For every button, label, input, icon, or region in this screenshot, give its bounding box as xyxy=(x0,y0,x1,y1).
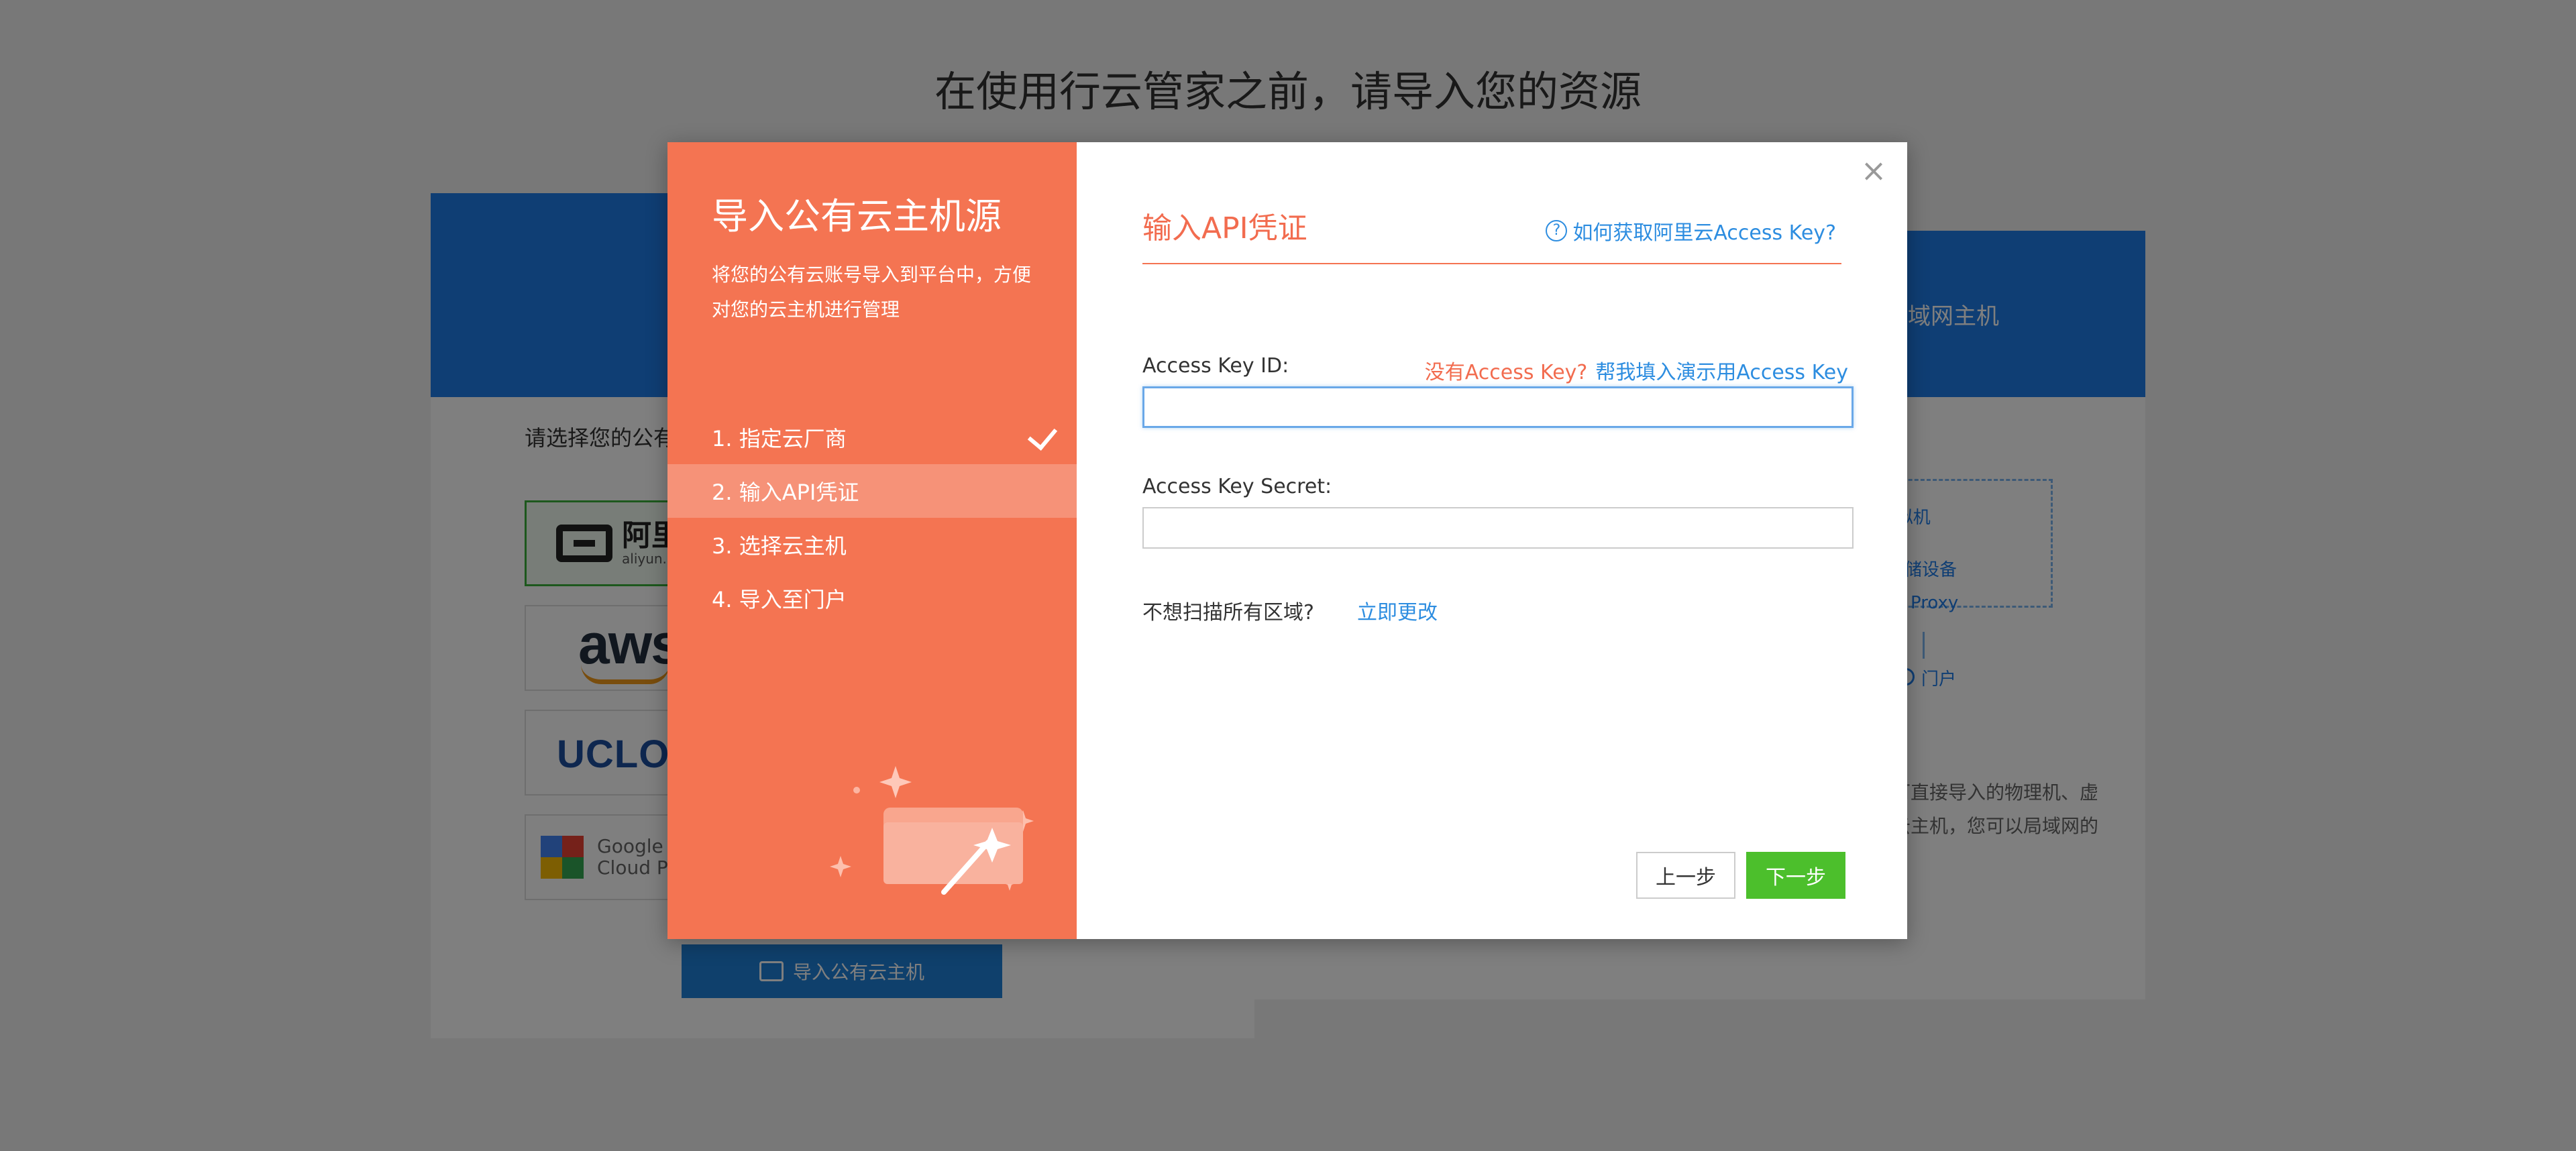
access-key-secret-label: Access Key Secret: xyxy=(1142,475,1332,498)
prev-button[interactable]: 上一步 xyxy=(1636,852,1735,899)
next-button[interactable]: 下一步 xyxy=(1746,852,1845,899)
close-icon[interactable]: × xyxy=(1859,155,1888,186)
help-link-label: 如何获取阿里云Access Key? xyxy=(1572,221,1836,245)
help-link[interactable]: ? 如何获取阿里云Access Key? xyxy=(1546,216,1836,245)
section-divider xyxy=(1142,263,1841,264)
section-title: 输入API凭证 xyxy=(1142,211,1307,245)
region-question: 不想扫描所有区域? xyxy=(1142,601,1314,624)
access-key-secret-input[interactable] xyxy=(1142,507,1854,549)
access-key-id-input[interactable] xyxy=(1142,386,1854,428)
magic-wand-illustration xyxy=(830,766,1034,895)
access-key-id-label: Access Key ID: xyxy=(1142,354,1289,378)
import-wizard-modal: 导入公有云主机源 将您的公有云账号导入到平台中，方便对您的云主机进行管理 1. … xyxy=(667,142,1907,939)
fill-demo-key-link[interactable]: 帮我填入演示用Access Key xyxy=(1595,361,1848,384)
wizard-sidebar: 导入公有云主机源 将您的公有云账号导入到平台中，方便对您的云主机进行管理 1. … xyxy=(667,142,1077,939)
change-region-link[interactable]: 立即更改 xyxy=(1357,596,1438,625)
demo-key-links: 没有Access Key? 帮我填入演示用Access Key xyxy=(1425,355,1848,385)
no-access-key-text[interactable]: 没有Access Key? xyxy=(1425,361,1588,384)
question-icon: ? xyxy=(1546,220,1568,241)
